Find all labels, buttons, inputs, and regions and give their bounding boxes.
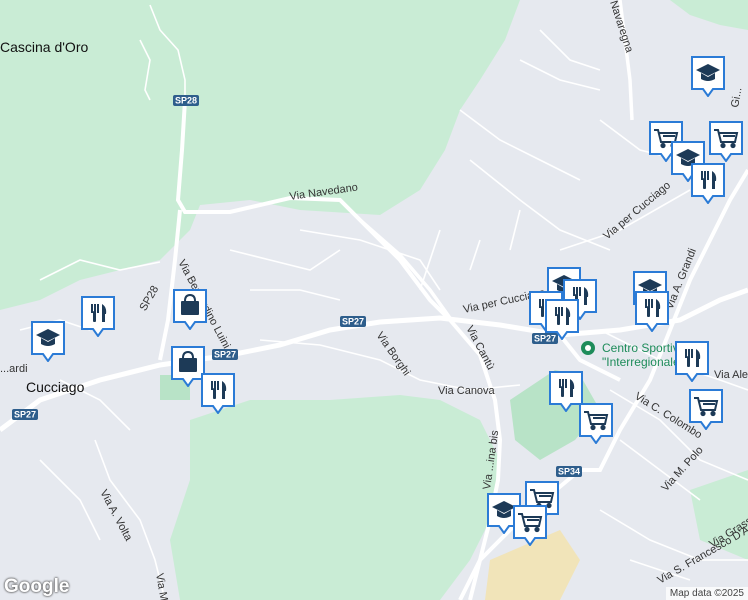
- restaurant-icon: [691, 163, 725, 204]
- restaurant-icon: [81, 296, 115, 337]
- shopping-bag-icon: [173, 289, 207, 330]
- street-label-canova: Via Canova: [438, 385, 496, 397]
- shopping-cart-icon: [579, 403, 613, 444]
- restaurant-icon: [675, 341, 709, 382]
- poi-pin-shopping-cart[interactable]: [578, 402, 614, 444]
- svg-text:SP34: SP34: [558, 467, 580, 477]
- svg-text:SP27: SP27: [214, 350, 236, 360]
- svg-text:SP27: SP27: [342, 317, 364, 327]
- sports-center-marker[interactable]: [581, 341, 595, 355]
- restaurant-icon: [545, 299, 579, 340]
- road-shield-sp34: SP34: [556, 466, 582, 477]
- svg-text:SP27: SP27: [14, 410, 36, 420]
- education-icon: [31, 321, 65, 362]
- shopping-cart-icon: [709, 121, 743, 162]
- poi-pin-restaurant[interactable]: [80, 295, 116, 337]
- restaurant-icon: [635, 291, 669, 332]
- map-attribution[interactable]: Map data ©2025: [665, 587, 748, 600]
- poi-pin-restaurant[interactable]: [200, 372, 236, 414]
- poi-pin-restaurant[interactable]: [690, 162, 726, 204]
- poi-pin-education[interactable]: [30, 320, 66, 362]
- road-shield-sp27a: SP27: [212, 349, 238, 360]
- road-shield-sp28a: SP28: [173, 95, 199, 106]
- education-icon: [691, 56, 725, 97]
- park-area-south: [170, 395, 500, 600]
- poi-pin-shopping-bag[interactable]: [172, 288, 208, 330]
- street-label-ardi: ...ardi: [0, 363, 28, 375]
- shopping-cart-icon: [513, 505, 547, 546]
- restaurant-icon: [201, 373, 235, 414]
- poi-pin-shopping-cart[interactable]: [512, 504, 548, 546]
- sports-center-label-line2[interactable]: "Interregionale": [602, 355, 684, 369]
- road-shield-sp27d: SP27: [12, 409, 38, 420]
- poi-pin-restaurant[interactable]: [544, 298, 580, 340]
- shopping-cart-icon: [689, 389, 723, 430]
- place-label-cascina: Cascina d'Oro: [0, 39, 88, 55]
- street-label-alessi: Via Alessi: [714, 369, 748, 381]
- poi-pin-shopping-cart[interactable]: [708, 120, 744, 162]
- svg-text:SP28: SP28: [175, 96, 197, 106]
- poi-pin-restaurant[interactable]: [674, 340, 710, 382]
- poi-pin-education[interactable]: [690, 55, 726, 97]
- place-label-cucciago: Cucciago: [26, 379, 85, 395]
- poi-pin-restaurant[interactable]: [634, 290, 670, 332]
- road-shield-sp27b: SP27: [340, 316, 366, 327]
- google-logo: Google: [4, 576, 70, 597]
- poi-pin-shopping-cart[interactable]: [688, 388, 724, 430]
